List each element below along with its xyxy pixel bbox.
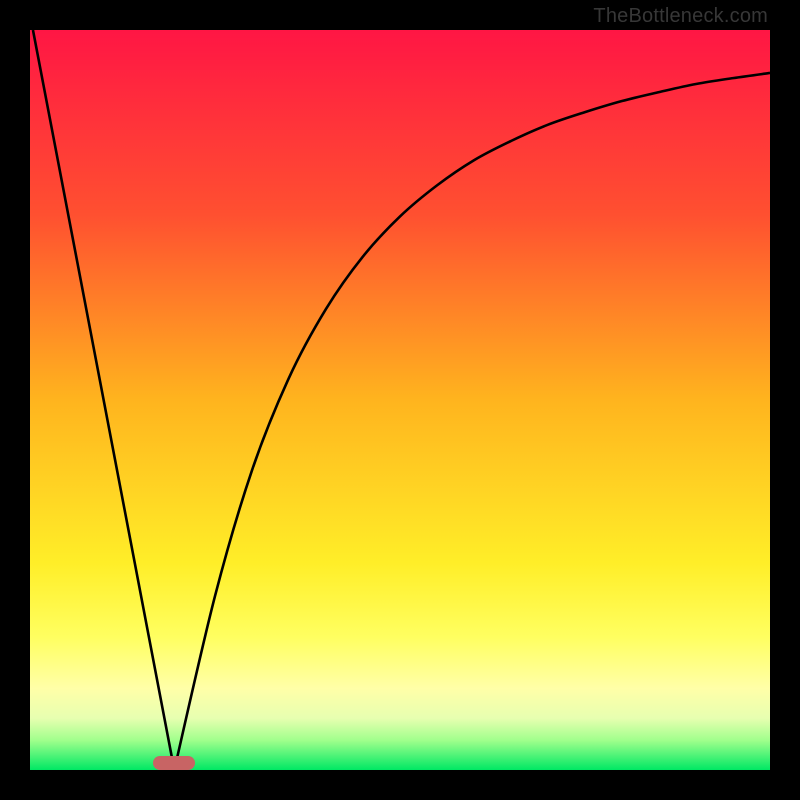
plot-area [30,30,770,770]
background-gradient [30,30,770,770]
chart-frame: TheBottleneck.com [0,0,800,800]
vertex-marker [153,756,195,770]
watermark-text: TheBottleneck.com [593,5,768,28]
